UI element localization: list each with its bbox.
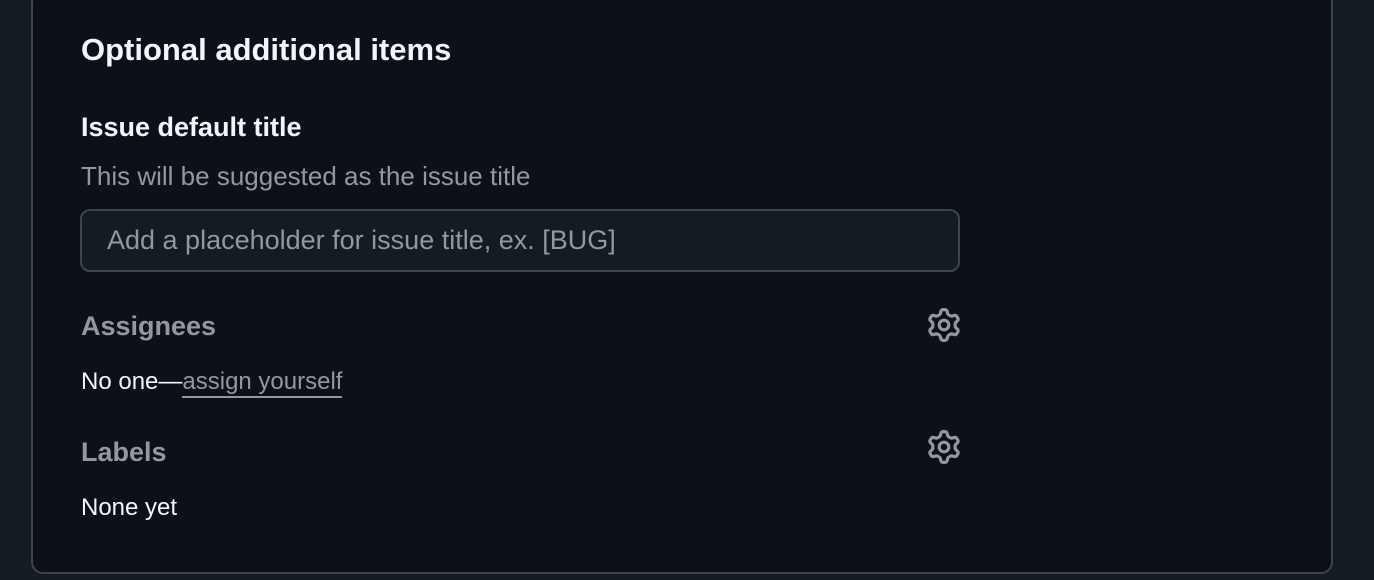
- assignees-settings-button[interactable]: [924, 305, 964, 345]
- labels-value: None yet: [81, 494, 178, 521]
- gear-icon: [928, 430, 960, 464]
- assignees-value: No one—assign yourself: [81, 367, 343, 398]
- assignees-empty-text: No one—: [81, 368, 183, 395]
- issue-title-label: Issue default title: [81, 112, 302, 142]
- labels-heading: Labels: [81, 437, 167, 467]
- labels-settings-button[interactable]: [924, 427, 964, 467]
- issue-title-description: This will be suggested as the issue titl…: [81, 161, 531, 191]
- issue-title-input[interactable]: [80, 209, 960, 272]
- assignees-heading: Assignees: [81, 311, 217, 341]
- section-title: Optional additional items: [81, 32, 452, 67]
- gear-icon: [928, 308, 960, 342]
- assign-yourself-link[interactable]: assign yourself: [182, 368, 343, 398]
- optional-items-panel: [31, 0, 1333, 574]
